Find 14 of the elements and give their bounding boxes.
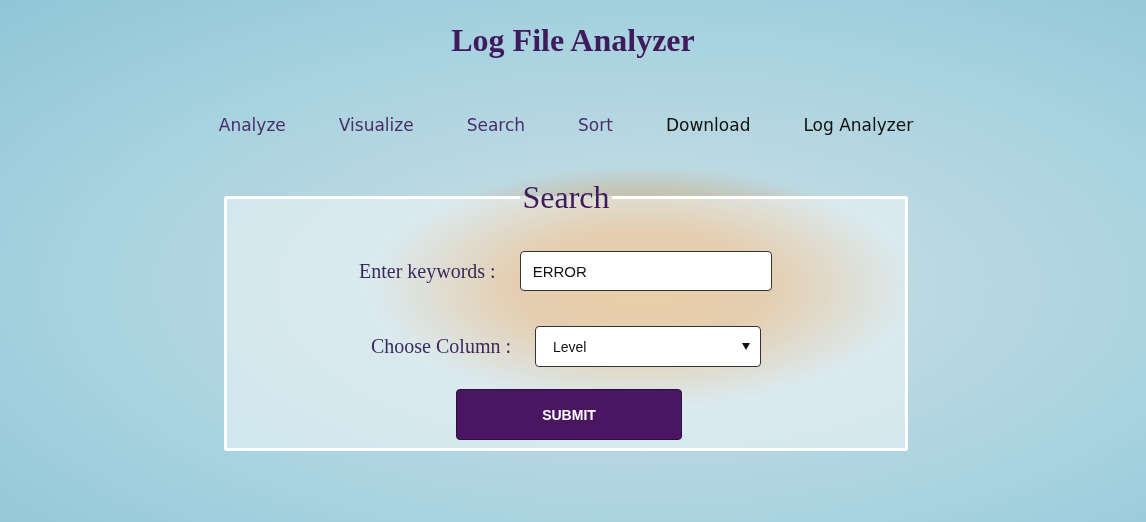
nav-link[interactable]: Search: [466, 115, 526, 135]
caret-icon: [742, 343, 750, 350]
nav-link[interactable]: Download: [665, 115, 751, 135]
nav-link[interactable]: Log Analyzer: [803, 115, 914, 135]
keywords-input[interactable]: ERROR: [519, 251, 772, 291]
page-title: Log File Analyzer: [451, 22, 695, 59]
column-select[interactable]: Level: [535, 326, 761, 367]
field-label: Choose Column :: [371, 335, 511, 358]
nav-link[interactable]: Sort: [578, 115, 613, 135]
nav-link[interactable]: Visualize: [338, 115, 414, 135]
panel-title: Search: [521, 181, 611, 213]
submit-button[interactable]: SUBMIT: [456, 389, 682, 440]
nav-link[interactable]: Analyze: [218, 115, 286, 135]
field-label: Enter keywords :: [359, 259, 496, 283]
